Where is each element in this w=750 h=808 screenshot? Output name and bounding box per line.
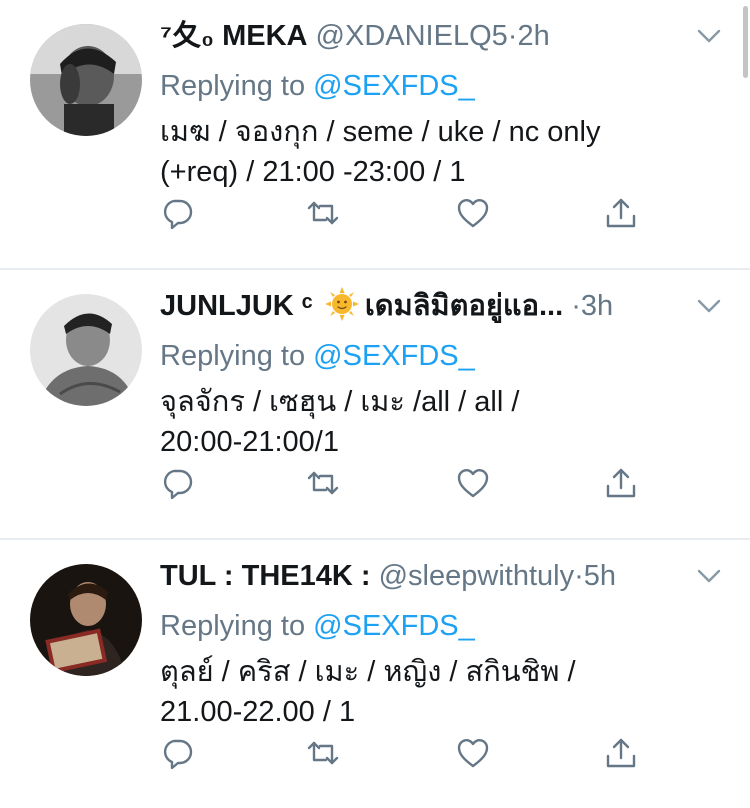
separator-dot: · (571, 290, 581, 322)
tweet-text: จุลจักร / เซฮุน / เมะ /all / all / 20:00… (160, 386, 520, 458)
tweet-item[interactable]: ⁷夂₀ MEKA @XDANIELQ5·2h Replying to @SEXF… (0, 0, 750, 268)
display-name[interactable]: ⁷夂₀ MEKA (160, 20, 307, 52)
timestamp[interactable]: 3h (581, 290, 613, 322)
mention-link[interactable]: @SEXFDS_ (313, 610, 475, 642)
action-bar (160, 736, 660, 776)
tweet-item[interactable]: JUNLJUK ᶜ เดมลิมิตอยู่แอ... ·3h Replying… (0, 270, 750, 538)
avatar[interactable] (30, 24, 142, 136)
timestamp[interactable]: 5h (584, 560, 616, 592)
replying-to-label: Replying to (160, 340, 306, 372)
share-icon[interactable] (604, 196, 638, 230)
like-icon[interactable] (456, 196, 490, 230)
share-icon[interactable] (604, 736, 638, 770)
handle[interactable]: @sleepwithtuly (379, 560, 574, 592)
chevron-down-icon[interactable] (696, 296, 722, 316)
reply-icon[interactable] (160, 196, 194, 230)
action-bar (160, 466, 660, 506)
share-icon[interactable] (604, 466, 638, 500)
display-name-suffix[interactable]: เดมลิมิตอยู่แอ... (365, 290, 563, 322)
replying-to: Replying to @SEXFDS_ (160, 66, 475, 106)
replying-to-label: Replying to (160, 70, 306, 102)
replying-to: Replying to @SEXFDS_ (160, 336, 475, 376)
sun-with-face-emoji (324, 287, 359, 321)
avatar[interactable] (30, 564, 142, 676)
replying-to: Replying to @SEXFDS_ (160, 606, 475, 646)
like-icon[interactable] (456, 736, 490, 770)
separator-dot: · (574, 560, 584, 592)
tweet-header: ⁷夂₀ MEKA @XDANIELQ5·2h (160, 16, 670, 56)
like-icon[interactable] (456, 466, 490, 500)
mention-link[interactable]: @SEXFDS_ (313, 340, 475, 372)
tweet-text: เมฆ / จองกุก / seme / uke / nc only (+re… (160, 116, 601, 188)
retweet-icon[interactable] (306, 196, 340, 230)
chevron-down-icon[interactable] (696, 26, 722, 46)
separator-dot: · (507, 20, 518, 52)
replying-to-label: Replying to (160, 610, 306, 642)
tweet-header: TUL : THE14K : @sleepwithtuly·5h (160, 556, 670, 596)
reply-icon[interactable] (160, 736, 194, 770)
avatar[interactable] (30, 294, 142, 406)
chevron-down-icon[interactable] (696, 566, 722, 586)
mention-link[interactable]: @SEXFDS_ (313, 70, 475, 102)
tweet-header: JUNLJUK ᶜ เดมลิมิตอยู่แอ... ·3h (160, 286, 670, 326)
retweet-icon[interactable] (306, 736, 340, 770)
tweet-text: ตุลย์ / คริส / เมะ / หญิง / สกินชิพ / 21… (160, 656, 576, 728)
display-name[interactable]: TUL : THE14K : (160, 560, 371, 592)
retweet-icon[interactable] (306, 466, 340, 500)
display-name[interactable]: JUNLJUK ᶜ (160, 290, 313, 322)
action-bar (160, 196, 660, 236)
timestamp[interactable]: 2h (517, 20, 549, 52)
tweet-item[interactable]: TUL : THE14K : @sleepwithtuly·5h Replyin… (0, 540, 750, 808)
reply-icon[interactable] (160, 466, 194, 500)
handle[interactable]: @XDANIELQ5 (316, 20, 508, 52)
